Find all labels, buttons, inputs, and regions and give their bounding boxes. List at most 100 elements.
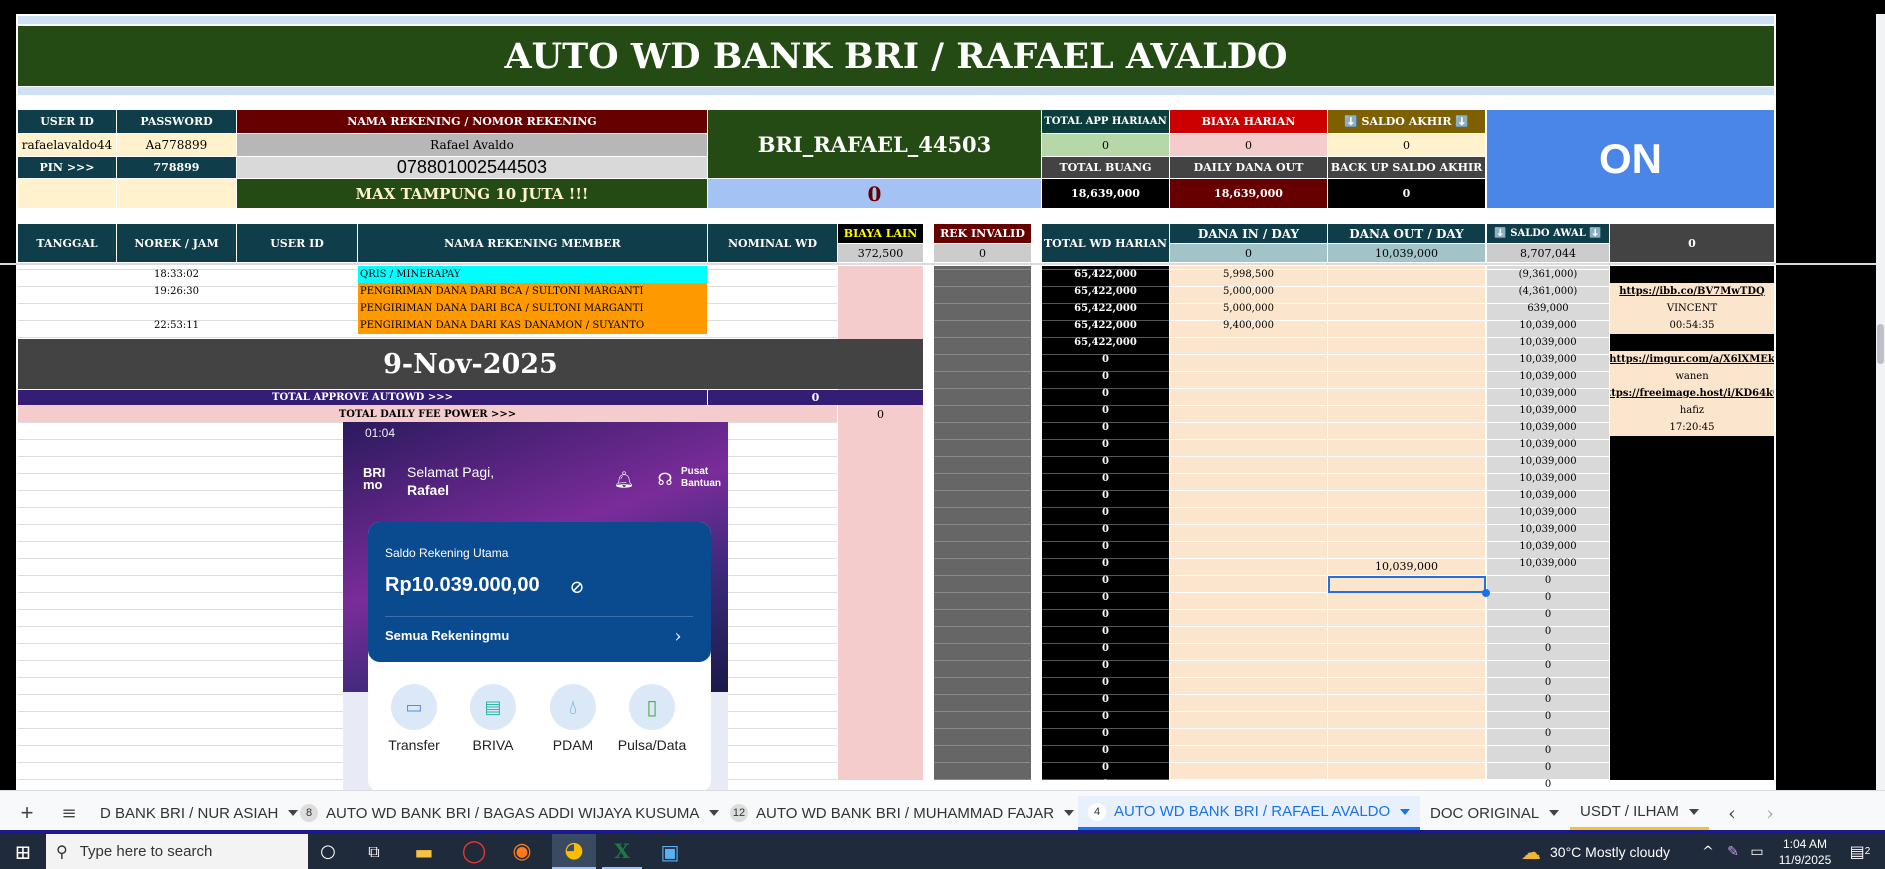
col-dana-out-body[interactable] [1328, 266, 1485, 780]
selection-handle[interactable] [1482, 589, 1490, 597]
tab-menu-icon[interactable] [1400, 808, 1411, 815]
total-wd-cell[interactable]: 0 [1042, 419, 1169, 436]
total-wd-cell[interactable]: 0 [1042, 351, 1169, 368]
firefox-icon[interactable]: ◉ [502, 834, 542, 869]
tx-jam[interactable]: 22:53:11 [117, 317, 236, 334]
tab-menu-icon[interactable] [1064, 810, 1075, 816]
proof-link[interactable]: https://freeimage.host/i/KD64k0J [1610, 385, 1774, 402]
rek-invalid-total[interactable]: 0 [934, 244, 1031, 262]
notification-icon[interactable]: ▤ 2 [1842, 834, 1878, 869]
tab-rafael-avaldo[interactable]: 4 AUTO WD BANK BRI / RAFAEL AVALDO [1078, 796, 1421, 830]
chevron-up-icon[interactable]: ^ [1698, 834, 1718, 869]
total-wd-cell[interactable]: 65,422,000 [1042, 283, 1169, 300]
dana-in-cell[interactable]: 5,000,000 [1170, 283, 1327, 300]
saldo-cell[interactable]: 0 [1487, 708, 1609, 725]
saldo-cell[interactable]: 0 [1487, 691, 1609, 708]
saldo-cell[interactable]: 0 [1487, 657, 1609, 674]
note-cell[interactable]: wanen [1610, 368, 1774, 385]
user-id-value[interactable]: rafaelavaldo44 [18, 134, 116, 156]
saldo-cell[interactable]: 10,039,000 [1487, 453, 1609, 470]
date-banner[interactable]: 9-Nov-2025 [18, 339, 923, 389]
saldo-cell[interactable]: 639,000 [1487, 300, 1609, 317]
total-wd-cell[interactable]: 0 [1042, 572, 1169, 589]
tx-nama-member[interactable]: PENGIRIMAN DANA DARI KAS DANAMON / SUYAN… [358, 317, 707, 334]
total-wd-cell[interactable]: 0 [1042, 538, 1169, 555]
clock[interactable]: 1:04 AM 11/9/2025 [1770, 834, 1840, 869]
dana-out-entry[interactable]: 10,039,000 [1328, 558, 1485, 575]
norek-value[interactable]: 078801002544503 [237, 157, 707, 178]
start-icon[interactable]: ⊞ [0, 834, 46, 869]
tab-usdt-ilham[interactable]: USDT / ILHAM [1570, 796, 1709, 830]
add-sheet-icon[interactable]: + [14, 800, 40, 826]
note-cell[interactable]: VINCENT [1610, 300, 1774, 317]
total-wd-cell[interactable]: 0 [1042, 589, 1169, 606]
total-fee-value[interactable]: 0 [838, 406, 923, 422]
saldo-cell[interactable]: (4,361,000) [1487, 283, 1609, 300]
total-wd-cell[interactable]: 65,422,000 [1042, 317, 1169, 334]
tab-menu-icon[interactable] [709, 810, 720, 816]
empty-cell[interactable] [117, 179, 236, 208]
saldo-cell[interactable]: 10,039,000 [1487, 487, 1609, 504]
saldo-awal-total[interactable]: 8,707,044 [1487, 244, 1609, 262]
total-wd-cell[interactable]: 0 [1042, 674, 1169, 691]
task-view-icon[interactable]: ⧉ [356, 834, 392, 869]
saldo-cell[interactable]: 10,039,000 [1487, 504, 1609, 521]
total-wd-cell[interactable]: 0 [1042, 640, 1169, 657]
saldo-cell[interactable]: 0 [1487, 572, 1609, 589]
total-buang-value[interactable]: 18,639,000 [1042, 179, 1169, 208]
saldo-cell[interactable]: 10,039,000 [1487, 521, 1609, 538]
saldo-cell[interactable]: 0 [1487, 742, 1609, 759]
saldo-cell[interactable]: 10,039,000 [1487, 334, 1609, 351]
scroll-tabs-right-icon[interactable]: › [1758, 800, 1782, 826]
tx-nama-member[interactable]: QRIS / MINERAPAY [358, 266, 707, 283]
tx-jam[interactable]: 18:33:02 [117, 266, 236, 283]
total-wd-cell[interactable]: 0 [1042, 436, 1169, 453]
saldo-cell[interactable]: 10,039,000 [1487, 402, 1609, 419]
note-cell[interactable]: 17:20:45 [1610, 419, 1774, 436]
proof-link[interactable]: https://ibb.co/BV7MwTDQ [1610, 283, 1774, 300]
saldo-cell[interactable]: (9,361,000) [1487, 266, 1609, 283]
opera-icon[interactable]: ◯ [454, 834, 494, 869]
extra-col-total[interactable]: 0 [1610, 224, 1774, 262]
excel-icon[interactable]: X [602, 834, 642, 869]
col-rek-invalid-body[interactable] [934, 266, 1031, 780]
total-wd-cell[interactable]: 0 [1042, 368, 1169, 385]
total-wd-cell[interactable]: 0 [1042, 623, 1169, 640]
total-wd-cell[interactable]: 0 [1042, 385, 1169, 402]
total-app-value[interactable]: 0 [1042, 134, 1169, 156]
total-wd-cell[interactable]: 0 [1042, 691, 1169, 708]
tab-menu-icon[interactable] [1688, 808, 1699, 815]
col-dana-in-body[interactable] [1170, 266, 1327, 780]
total-approve-value[interactable]: 0 [708, 390, 923, 405]
cortana-icon[interactable]: ○ [310, 834, 346, 869]
dana-in-cell[interactable]: 5,000,000 [1170, 300, 1327, 317]
pen-icon[interactable]: ✎ [1722, 834, 1744, 869]
biaya-lain-total[interactable]: 372,500 [838, 244, 923, 262]
account-value[interactable]: 0 [708, 179, 1041, 208]
total-wd-cell[interactable]: 0 [1042, 725, 1169, 742]
password-value[interactable]: Aa778899 [117, 134, 236, 156]
dana-in-cell[interactable]: 9,400,000 [1170, 317, 1327, 334]
saldo-akhir-value[interactable]: 0 [1328, 134, 1485, 156]
total-wd-cell[interactable]: 0 [1042, 487, 1169, 504]
taskbar-search[interactable]: ⚲ Type here to search [46, 834, 308, 869]
saldo-cell[interactable]: 0 [1487, 674, 1609, 691]
scroll-tabs-left-icon[interactable]: ‹ [1720, 800, 1744, 826]
total-wd-cell[interactable]: 0 [1042, 606, 1169, 623]
proof-link[interactable]: https://imgur.com/a/X6lXMEk [1610, 351, 1774, 368]
tx-jam[interactable]: 19:26:30 [117, 283, 236, 300]
weather-text[interactable]: 30°C Mostly cloudy [1550, 834, 1680, 869]
network-icon[interactable]: ▭ [1746, 834, 1768, 869]
tab-muhammad-fajar[interactable]: 12 AUTO WD BANK BRI / MUHAMMAD FAJAR [720, 796, 1084, 830]
saldo-cell[interactable]: 10,039,000 [1487, 317, 1609, 334]
file-explorer-icon[interactable]: ▬ [404, 834, 444, 869]
vertical-scrollbar[interactable] [1876, 14, 1885, 796]
saldo-cell[interactable]: 10,039,000 [1487, 351, 1609, 368]
backup-value[interactable]: 0 [1328, 179, 1485, 208]
saldo-cell[interactable]: 10,039,000 [1487, 385, 1609, 402]
total-wd-cell[interactable]: 65,422,000 [1042, 334, 1169, 351]
scrollbar-thumb[interactable] [1877, 324, 1884, 364]
total-wd-cell[interactable]: 0 [1042, 708, 1169, 725]
tab-nur-asiah[interactable]: D BANK BRI / NUR ASIAH [90, 796, 308, 830]
saldo-cell[interactable]: 0 [1487, 640, 1609, 657]
